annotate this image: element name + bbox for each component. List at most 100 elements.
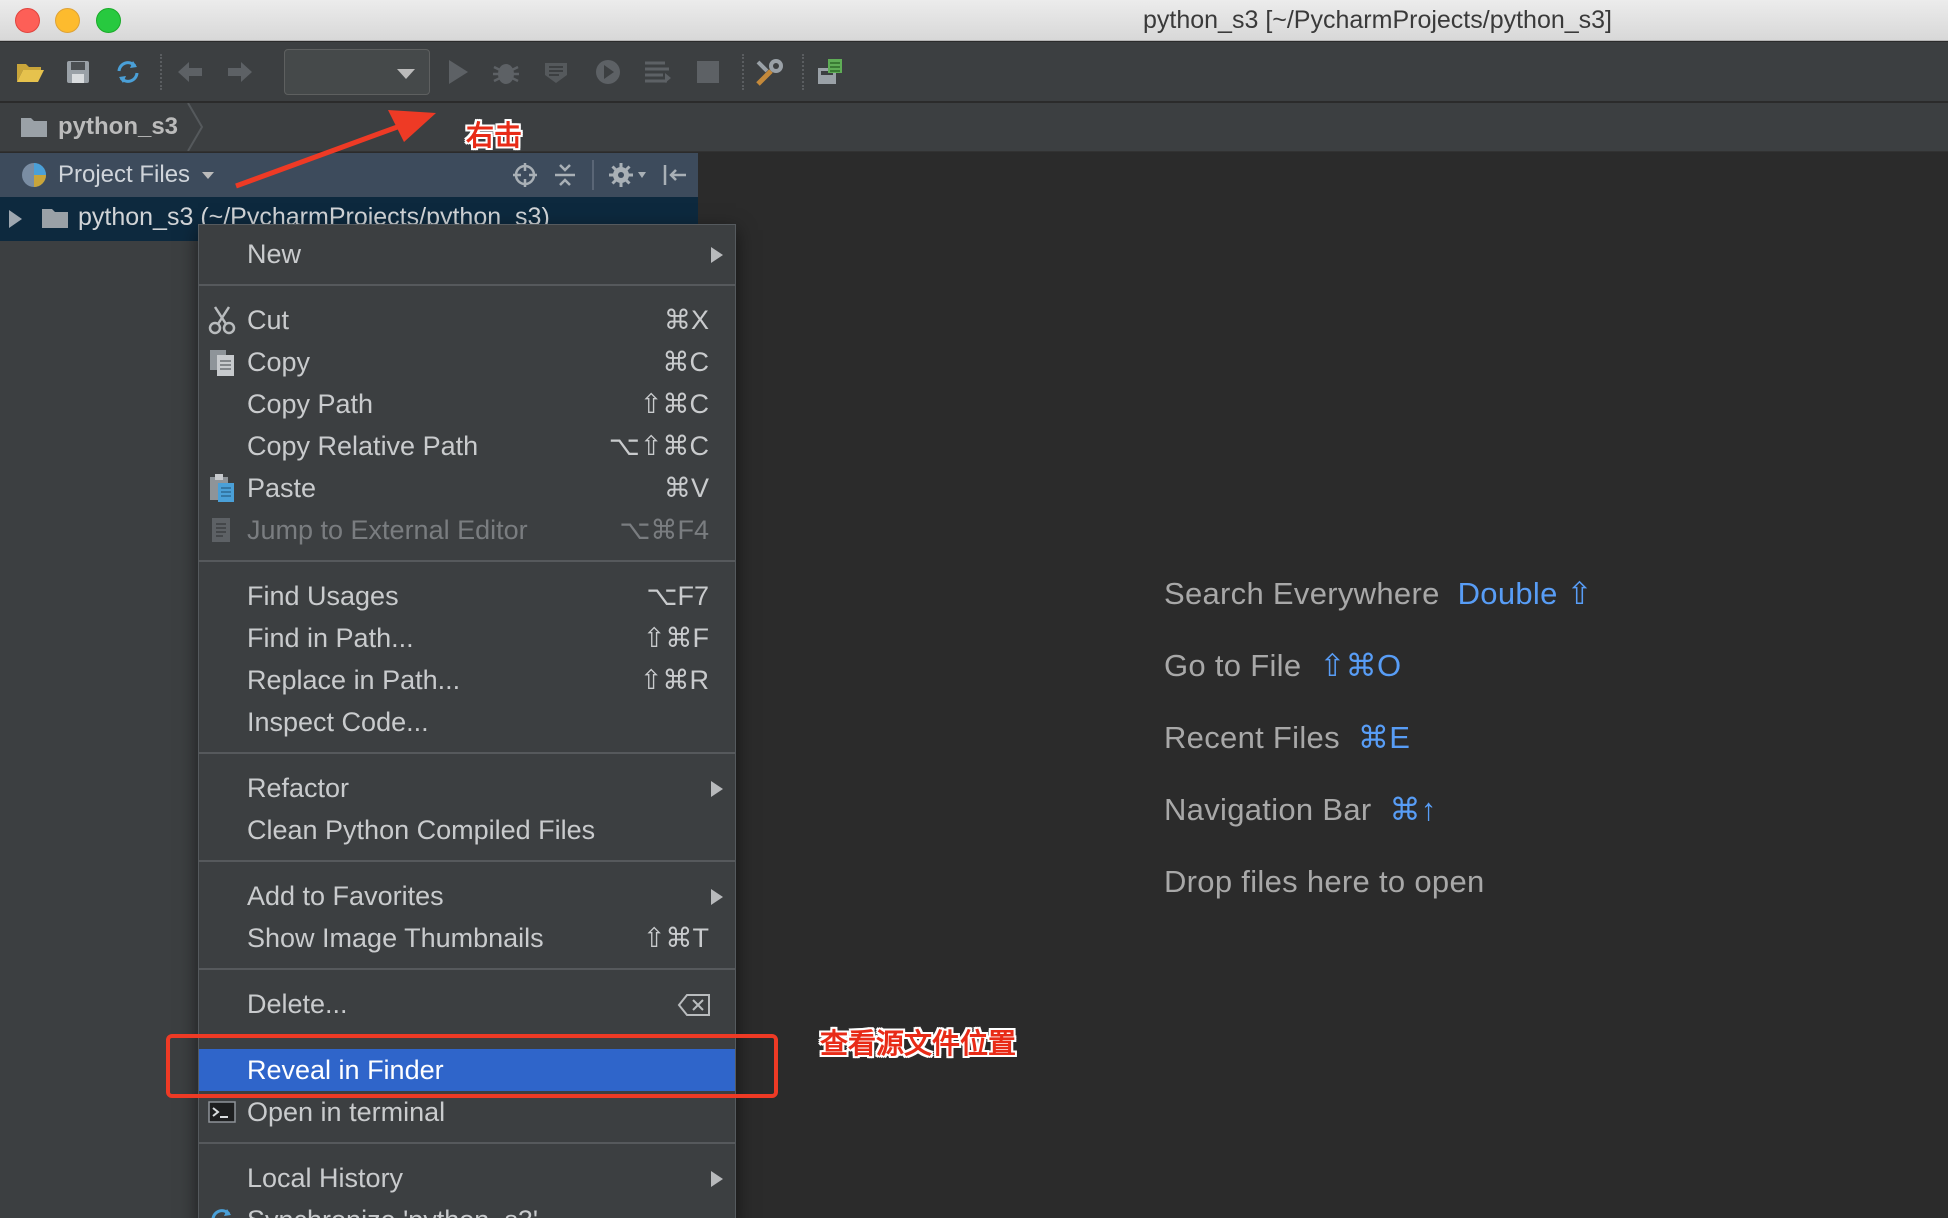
close-window-button[interactable]	[15, 8, 40, 33]
open-folder-icon[interactable]	[14, 56, 46, 88]
annotation-right-click: 右击	[466, 119, 523, 152]
copy-icon	[210, 350, 234, 376]
menu-item-label: Show Image Thumbnails	[247, 923, 544, 953]
project-view-title: Project Files	[58, 161, 191, 188]
menu-separator	[199, 1142, 735, 1144]
menu-item-label: Paste	[247, 473, 317, 503]
menu-item-replace-in-path[interactable]: Replace in Path... ⇧⌘R	[199, 659, 735, 701]
breadcrumb[interactable]: python_s3	[20, 109, 178, 145]
hint-label: Search Everywhere	[1164, 576, 1440, 611]
menu-item-shortcut: ⌥F7	[646, 581, 709, 611]
menu-item-refactor[interactable]: Refactor	[199, 767, 735, 809]
menu-item-shortcut: ⇧⌘T	[642, 923, 709, 953]
annotation-view-source-location: 查看源文件位置	[820, 1027, 1017, 1060]
hint-shortcut: ⌘E	[1357, 720, 1411, 755]
menu-item-shortcut: ⌥⇧⌘C	[608, 431, 709, 461]
scroll-from-source-icon[interactable]	[512, 162, 538, 188]
chevron-down-icon	[397, 69, 415, 79]
menu-item-label: Find Usages	[247, 581, 399, 611]
delete-key-icon	[677, 994, 710, 1016]
menu-item-shortcut: ⇧⌘C	[639, 389, 709, 419]
hint-label: Recent Files	[1164, 720, 1340, 755]
menu-item-find-usages[interactable]: Find Usages ⌥F7	[199, 575, 735, 617]
menu-item-new[interactable]: New	[199, 233, 735, 275]
profile-icon[interactable]	[592, 56, 624, 88]
menu-item-find-in-path[interactable]: Find in Path... ⇧⌘F	[199, 617, 735, 659]
annotation-highlight-box	[166, 1034, 778, 1098]
menu-item-copy-relative-path[interactable]: Copy Relative Path ⌥⇧⌘C	[199, 425, 735, 467]
breadcrumb-label: python_s3	[58, 113, 179, 140]
hint-navigation-bar: Navigation Bar ⌘↑	[1164, 792, 1437, 828]
forward-icon[interactable]	[224, 56, 256, 88]
submenu-arrow-icon	[711, 889, 723, 905]
menu-item-copy-path[interactable]: Copy Path ⇧⌘C	[199, 383, 735, 425]
stop-icon[interactable]	[692, 56, 724, 88]
menu-item-label: Delete...	[247, 989, 348, 1019]
expand-arrow-icon[interactable]	[9, 210, 22, 228]
menu-item-shortcut: ⇧⌘F	[642, 623, 709, 653]
menu-separator	[199, 860, 735, 862]
hint-go-to-file: Go to File ⇧⌘O	[1164, 648, 1401, 684]
menu-item-shortcut: ⌘X	[663, 305, 709, 335]
terminal-icon	[208, 1101, 236, 1123]
main-toolbar	[0, 42, 1948, 102]
menu-item-label: Copy	[247, 347, 311, 377]
menu-item-clean-python-compiled-files[interactable]: Clean Python Compiled Files	[199, 809, 735, 851]
menu-item-label: Refactor	[247, 773, 350, 803]
sdk-icon[interactable]	[814, 56, 846, 88]
menu-item-paste[interactable]: Paste ⌘V	[199, 467, 735, 509]
coverage-icon[interactable]	[540, 56, 572, 88]
menu-item-jump-to-external-editor[interactable]: Jump to External Editor ⌥⌘F4	[199, 509, 735, 551]
external-editor-icon	[212, 518, 230, 542]
save-icon[interactable]	[62, 56, 94, 88]
submenu-arrow-icon	[711, 781, 723, 797]
submenu-arrow-icon	[711, 247, 723, 263]
maximize-window-button[interactable]	[96, 8, 121, 33]
menu-item-show-image-thumbnails[interactable]: Show Image Thumbnails ⇧⌘T	[199, 917, 735, 959]
window-title: python_s3 [~/PycharmProjects/python_s3]	[1143, 6, 1613, 34]
hint-drop-files: Drop files here to open	[1164, 864, 1485, 900]
back-icon[interactable]	[174, 56, 206, 88]
settings-icon[interactable]	[754, 56, 786, 88]
menu-item-copy[interactable]: Copy ⌘C	[199, 341, 735, 383]
project-files-icon	[22, 163, 46, 187]
menu-item-inspect-code[interactable]: Inspect Code...	[199, 701, 735, 743]
paste-icon	[210, 474, 234, 502]
menu-item-label: Jump to External Editor	[247, 515, 528, 545]
menu-separator	[199, 968, 735, 970]
project-view-selector[interactable]: Project Files	[20, 153, 216, 197]
menu-separator	[199, 284, 735, 286]
minimize-window-button[interactable]	[55, 8, 80, 33]
menu-item-local-history[interactable]: Local History	[199, 1157, 735, 1199]
menu-item-synchronize[interactable]: Synchronize 'python_s3'	[199, 1199, 735, 1218]
debug-icon[interactable]	[490, 56, 522, 88]
hint-search-everywhere: Search Everywhere Double ⇧	[1164, 576, 1593, 612]
menu-separator	[199, 560, 735, 562]
hint-shortcut: ⇧⌘O	[1319, 648, 1402, 683]
scissors-icon	[208, 306, 236, 335]
menu-item-shortcut: ⇧⌘R	[639, 665, 709, 695]
menu-item-shortcut: ⌥⌘F4	[619, 515, 709, 545]
menu-item-label: Local History	[247, 1163, 404, 1193]
run-icon[interactable]	[442, 56, 474, 88]
menu-item-label: Copy Path	[247, 389, 374, 419]
menu-item-label: Clean Python Compiled Files	[247, 815, 596, 845]
menu-item-delete[interactable]: Delete...	[199, 983, 735, 1025]
hint-shortcut: Double ⇧	[1457, 576, 1593, 611]
project-panel-header: Project Files	[0, 153, 698, 197]
menu-item-label: Copy Relative Path	[247, 431, 479, 461]
hide-panel-icon[interactable]	[662, 162, 688, 188]
menu-item-label: Synchronize 'python_s3'	[247, 1199, 538, 1218]
gear-icon[interactable]	[608, 161, 648, 189]
menu-item-label: Replace in Path...	[247, 665, 461, 695]
concurrency-icon[interactable]	[642, 56, 674, 88]
run-configuration-select[interactable]	[284, 49, 430, 95]
sync-icon	[211, 1209, 231, 1218]
breadcrumb-separator-icon	[187, 103, 204, 151]
collapse-all-icon[interactable]	[552, 162, 578, 188]
sync-icon[interactable]	[112, 56, 144, 88]
menu-item-cut[interactable]: Cut ⌘X	[199, 299, 735, 341]
menu-item-shortcut: ⌘V	[663, 473, 709, 503]
hint-recent-files: Recent Files ⌘E	[1164, 720, 1410, 756]
menu-item-add-to-favorites[interactable]: Add to Favorites	[199, 875, 735, 917]
